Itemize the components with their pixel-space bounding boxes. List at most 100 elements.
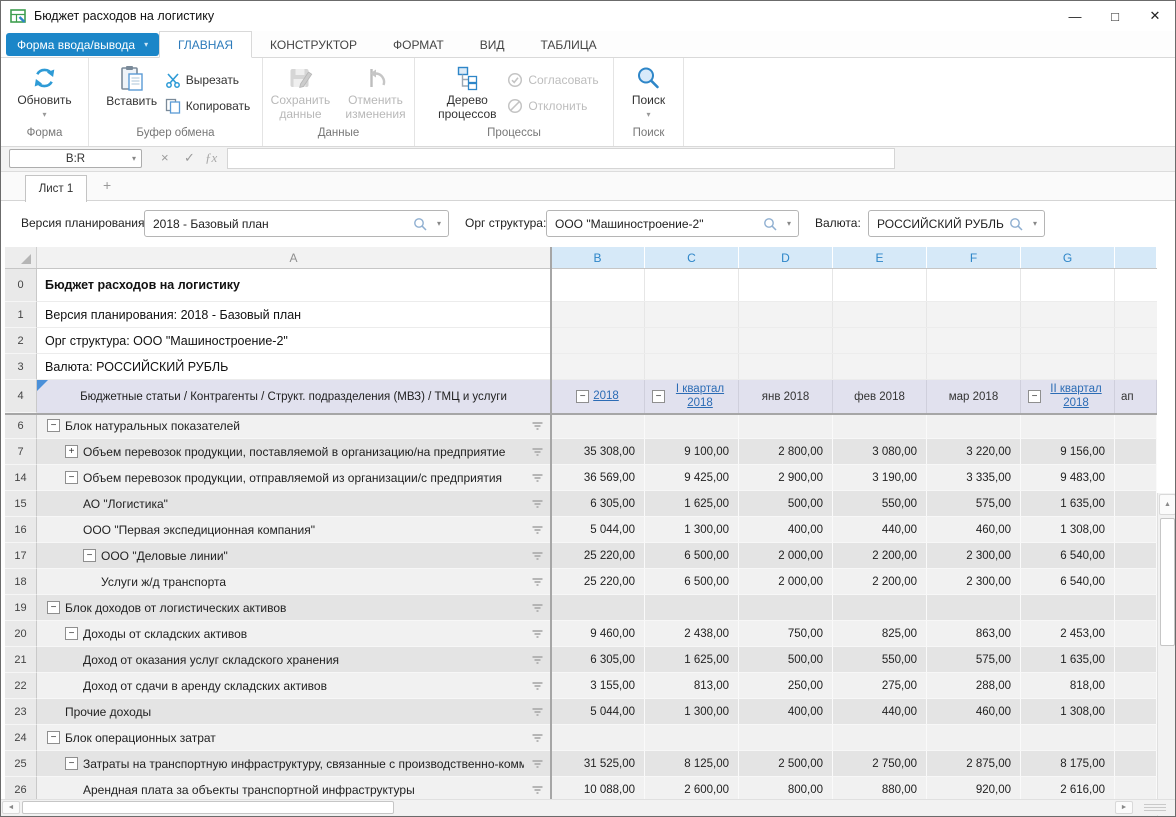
paste-button[interactable]: Вставить: [101, 63, 163, 109]
scroll-left-arrow[interactable]: ◄: [2, 801, 20, 814]
value-cell[interactable]: [1115, 595, 1157, 621]
value-cell[interactable]: 880,00: [833, 777, 927, 799]
value-cell[interactable]: 9 100,00: [645, 439, 739, 465]
value-cell[interactable]: 31 525,00: [551, 751, 645, 777]
value-cell[interactable]: 750,00: [739, 621, 833, 647]
copy-button[interactable]: Копировать: [165, 98, 251, 114]
value-cell[interactable]: [1115, 777, 1157, 799]
value-cell[interactable]: 825,00: [833, 621, 927, 647]
header-cell-feb[interactable]: фев 2018: [833, 380, 927, 413]
filter-icon[interactable]: [531, 525, 544, 535]
row-label-cell[interactable]: −Затраты на транспортную инфраструктуру,…: [37, 751, 551, 777]
filter-icon[interactable]: [531, 603, 544, 613]
value-cell[interactable]: [1115, 725, 1157, 751]
filter-icon[interactable]: [531, 577, 544, 587]
quarter-link[interactable]: II квартал 2018: [1045, 383, 1107, 411]
tab-vid[interactable]: ВИД: [462, 31, 523, 58]
value-cell[interactable]: 1 300,00: [645, 517, 739, 543]
cut-button[interactable]: Вырезать: [165, 72, 239, 88]
org-structure-combo[interactable]: ООО "Машиностроение-2" ▾: [546, 210, 799, 237]
formula-input[interactable]: [227, 148, 895, 169]
collapse-toggle[interactable]: −: [47, 731, 60, 744]
planning-version-combo[interactable]: 2018 - Базовый план ▾: [144, 210, 449, 237]
empty-cells[interactable]: [551, 354, 1157, 380]
value-cell[interactable]: 818,00: [1021, 673, 1115, 699]
row-number[interactable]: 24: [5, 725, 37, 751]
value-cell[interactable]: 6 500,00: [645, 569, 739, 595]
value-cell[interactable]: [739, 725, 833, 751]
value-cell[interactable]: [551, 725, 645, 751]
value-cell[interactable]: 25 220,00: [551, 569, 645, 595]
expand-toggle[interactable]: +: [65, 445, 78, 458]
filter-icon[interactable]: [531, 681, 544, 691]
filter-icon[interactable]: [531, 421, 544, 431]
value-cell[interactable]: 2 300,00: [927, 543, 1021, 569]
row-label-cell[interactable]: АО "Логистика": [37, 491, 551, 517]
value-cell[interactable]: 800,00: [739, 777, 833, 799]
row-label-cell[interactable]: −Блок доходов от логистических активов: [37, 595, 551, 621]
value-cell[interactable]: 2 200,00: [833, 543, 927, 569]
value-cell[interactable]: 3 080,00: [833, 439, 927, 465]
value-cell[interactable]: 10 088,00: [551, 777, 645, 799]
scroll-up-arrow[interactable]: ▲: [1159, 494, 1176, 515]
row-label-cell[interactable]: Услуги ж/д транспорта: [37, 569, 551, 595]
row-label-cell[interactable]: Арендная плата за объекты транспортной и…: [37, 777, 551, 799]
value-cell[interactable]: 2 000,00: [739, 569, 833, 595]
maximize-button[interactable]: □: [1095, 1, 1135, 31]
row-number[interactable]: 7: [5, 439, 37, 465]
search-button[interactable]: Поиск ▾: [632, 63, 665, 119]
value-cell[interactable]: 2 616,00: [1021, 777, 1115, 799]
header-cell-q1[interactable]: − I квартал 2018: [645, 380, 739, 413]
tab-format[interactable]: ФОРМАТ: [375, 31, 462, 58]
value-cell[interactable]: 460,00: [927, 517, 1021, 543]
cancel-icon[interactable]: ×: [161, 150, 169, 165]
value-cell[interactable]: 400,00: [739, 517, 833, 543]
currency-combo[interactable]: РОССИЙСКИЙ РУБЛЬ ▾: [868, 210, 1045, 237]
value-cell[interactable]: 2 438,00: [645, 621, 739, 647]
collapse-toggle[interactable]: −: [1028, 390, 1041, 403]
value-cell[interactable]: 288,00: [927, 673, 1021, 699]
chevron-down-icon[interactable]: ▾: [1026, 219, 1044, 228]
value-cell[interactable]: [833, 595, 927, 621]
header-label-cell[interactable]: Бюджетные статьи / Контрагенты / Структ.…: [37, 380, 551, 413]
row-number[interactable]: 1: [5, 302, 37, 328]
value-cell[interactable]: 6 540,00: [1021, 543, 1115, 569]
filter-icon[interactable]: [531, 655, 544, 665]
add-sheet-button[interactable]: +: [103, 177, 111, 193]
collapse-toggle[interactable]: −: [65, 471, 78, 484]
confirm-icon[interactable]: ✓: [184, 150, 195, 166]
report-title-cell[interactable]: Бюджет расходов на логистику: [37, 269, 551, 302]
collapse-toggle[interactable]: −: [576, 390, 589, 403]
collapse-toggle[interactable]: −: [47, 601, 60, 614]
value-cell[interactable]: 400,00: [739, 699, 833, 725]
form-io-button[interactable]: Форма ввода/вывода ▾: [6, 33, 159, 56]
value-cell[interactable]: 1 625,00: [645, 491, 739, 517]
row-label-cell[interactable]: −ООО "Деловые линии": [37, 543, 551, 569]
header-cell-jan[interactable]: янв 2018: [739, 380, 833, 413]
filter-icon[interactable]: [531, 551, 544, 561]
chevron-down-icon[interactable]: ▾: [430, 219, 448, 228]
value-cell[interactable]: 1 635,00: [1021, 491, 1115, 517]
column-header-E[interactable]: E: [833, 247, 927, 268]
row-label-cell[interactable]: −Объем перевозок продукции, отправляемой…: [37, 465, 551, 491]
value-cell[interactable]: 2 000,00: [739, 543, 833, 569]
value-cell[interactable]: 1 308,00: [1021, 517, 1115, 543]
value-cell[interactable]: 3 220,00: [927, 439, 1021, 465]
row-number[interactable]: 21: [5, 647, 37, 673]
value-cell[interactable]: [551, 595, 645, 621]
value-cell[interactable]: 460,00: [927, 699, 1021, 725]
value-cell[interactable]: 2 600,00: [645, 777, 739, 799]
horizontal-scroll-thumb[interactable]: [22, 801, 394, 814]
minimize-button[interactable]: —: [1055, 1, 1095, 31]
value-cell[interactable]: 1 635,00: [1021, 647, 1115, 673]
row-number[interactable]: 20: [5, 621, 37, 647]
filter-icon[interactable]: [531, 707, 544, 717]
close-button[interactable]: ✕: [1135, 1, 1175, 31]
row-number[interactable]: 6: [5, 413, 37, 439]
search-icon[interactable]: [760, 217, 780, 231]
value-cell[interactable]: 500,00: [739, 491, 833, 517]
filter-icon[interactable]: [531, 473, 544, 483]
scroll-right-arrow[interactable]: ►: [1115, 801, 1133, 814]
value-cell[interactable]: [1115, 569, 1157, 595]
vertical-scroll-thumb[interactable]: [1160, 518, 1175, 646]
